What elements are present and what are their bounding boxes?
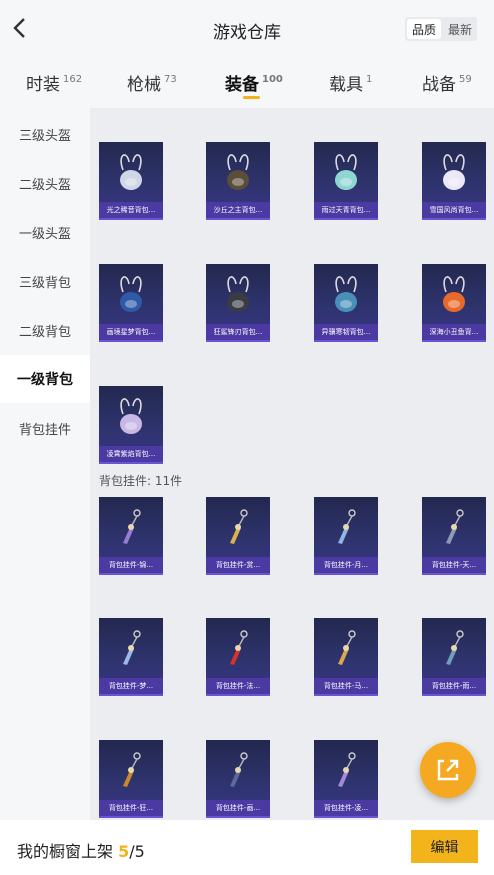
item-label: 凌霄紫焰背包... — [99, 446, 163, 462]
tab-label: 载具 — [329, 75, 363, 95]
item-label: 背包挂件-雨... — [422, 678, 486, 694]
backpack-card[interactable]: 雨过天青背包... — [314, 142, 378, 220]
backpack-image — [120, 276, 142, 312]
pendant-card[interactable]: 背包挂件-雨... — [422, 618, 486, 696]
pendant-image — [338, 509, 356, 544]
pendant-card[interactable]: 背包挂件-画... — [206, 740, 270, 818]
showcase-total: /5 — [129, 842, 145, 861]
sidebar-item-helmet-lv1[interactable]: 一级头盔 — [0, 208, 90, 256]
sidebar-item-backpack-lv1[interactable]: 一级背包 — [0, 355, 90, 403]
tab-count: 100 — [262, 74, 283, 85]
item-label: 背包挂件-天... — [422, 557, 486, 573]
item-label: 沙丘之主背包... — [206, 202, 270, 218]
pendant-image — [338, 752, 356, 787]
pendant-card[interactable]: 背包挂件-凌... — [314, 740, 378, 818]
share-button[interactable] — [420, 742, 476, 798]
item-label: 背包挂件-画... — [206, 800, 270, 816]
item-grid: 背包挂件: 11件 光之稀音背包... 沙丘之主背包... 雨过天青背包... 雪国风… — [90, 108, 494, 820]
tab-count: 1 — [366, 74, 373, 85]
pendant-card[interactable]: 背包挂件-马... — [314, 618, 378, 696]
tab-label: 装备 — [225, 75, 259, 95]
edit-button[interactable]: 编辑 — [411, 830, 478, 863]
pendant-section-heading: 背包挂件: 11件 — [99, 474, 183, 488]
tab-equipment[interactable]: 装备 100 — [225, 70, 283, 95]
sidebar-item-backpack-lv2[interactable]: 二级背包 — [0, 306, 90, 354]
item-label: 异骥寒韧背包... — [314, 324, 378, 340]
tab-supplies[interactable]: 战备 59 — [422, 70, 472, 95]
backpack-image — [335, 276, 357, 312]
tab-count: 162 — [63, 74, 83, 85]
pendant-card[interactable]: 背包挂件-梦... — [99, 618, 163, 696]
bottom-bar: 我的橱窗上架 5/5 编辑 — [0, 820, 494, 875]
item-label: 背包挂件-锦... — [99, 557, 163, 573]
sidebar-item-backpack-lv3[interactable]: 三级背包 — [0, 257, 90, 305]
item-label: 深海小丑鱼背... — [422, 324, 486, 340]
showcase-label: 我的橱窗上架 — [17, 842, 114, 861]
item-label: 背包挂件-狂... — [99, 800, 163, 816]
tab-count: 73 — [164, 74, 177, 85]
item-label: 雨过天青背包... — [314, 202, 378, 218]
sidebar-item-helmet-lv3[interactable]: 三级头盔 — [0, 110, 90, 158]
pendant-image — [123, 752, 141, 787]
backpack-image — [227, 154, 249, 190]
pendant-card[interactable]: 背包挂件-天... — [422, 497, 486, 575]
tab-count: 59 — [459, 74, 472, 85]
pendant-image — [123, 630, 141, 665]
backpack-card[interactable]: 沙丘之主背包... — [206, 142, 270, 220]
backpack-card[interactable]: 深海小丑鱼背... — [422, 264, 486, 342]
item-label: 背包挂件-梦... — [99, 678, 163, 694]
item-label: 画境星梦背包... — [99, 324, 163, 340]
share-icon — [437, 759, 459, 781]
backpack-card[interactable]: 凌霄紫焰背包... — [99, 386, 163, 464]
item-label: 背包挂件-月... — [314, 557, 378, 573]
pendant-card[interactable]: 背包挂件-锦... — [99, 497, 163, 575]
showcase-current: 5 — [118, 842, 130, 861]
pendant-image — [338, 630, 356, 665]
tab-fashion[interactable]: 时装 162 — [26, 70, 82, 95]
tab-vehicles[interactable]: 载具 1 — [329, 70, 372, 95]
sidebar-item-helmet-lv2[interactable]: 二级头盔 — [0, 159, 90, 207]
pendant-image — [230, 752, 248, 787]
pendant-card[interactable]: 背包挂件-狂... — [99, 740, 163, 818]
backpack-image — [335, 154, 357, 190]
backpack-image — [120, 398, 142, 434]
sidebar: 三级头盔 二级头盔 一级头盔 三级背包 二级背包 一级背包 背包挂件 — [0, 108, 90, 820]
item-label: 背包挂件-法... — [206, 678, 270, 694]
tab-label: 时装 — [26, 75, 60, 95]
backpack-image — [443, 276, 465, 312]
sort-toggle: 品质 最新 — [405, 17, 477, 41]
pendant-card[interactable]: 背包挂件-月... — [314, 497, 378, 575]
sort-latest[interactable]: 最新 — [443, 17, 477, 41]
backpack-image — [227, 276, 249, 312]
backpack-card[interactable]: 雪国风尚背包... — [422, 142, 486, 220]
pendant-image — [446, 509, 464, 544]
category-tabs: 时装 162 枪械 73 装备 100 载具 1 战备 59 — [0, 64, 494, 104]
sort-quality[interactable]: 品质 — [407, 19, 441, 39]
backpack-image — [120, 154, 142, 190]
backpack-card[interactable]: 狂鲨锋刃背包... — [206, 264, 270, 342]
pendant-card[interactable]: 背包挂件-法... — [206, 618, 270, 696]
tab-firearms[interactable]: 枪械 73 — [127, 70, 177, 95]
pendant-image — [446, 630, 464, 665]
item-label: 光之稀音背包... — [99, 202, 163, 218]
item-label: 狂鲨锋刃背包... — [206, 324, 270, 340]
tab-label: 战备 — [422, 75, 456, 95]
showcase-count: 我的橱窗上架 5/5 — [17, 838, 145, 862]
pendant-image — [230, 630, 248, 665]
tab-label: 枪械 — [127, 75, 161, 95]
pendant-card[interactable]: 背包挂件-赏... — [206, 497, 270, 575]
backpack-card[interactable]: 画境星梦背包... — [99, 264, 163, 342]
item-label: 背包挂件-马... — [314, 678, 378, 694]
item-label: 雪国风尚背包... — [422, 202, 486, 218]
item-label: 背包挂件-赏... — [206, 557, 270, 573]
sidebar-item-backpack-pendant[interactable]: 背包挂件 — [0, 404, 90, 452]
pendant-image — [230, 509, 248, 544]
pendant-image — [123, 509, 141, 544]
active-tab-indicator — [243, 96, 260, 99]
header: 游戏仓库 品质 最新 — [0, 0, 494, 56]
backpack-card[interactable]: 光之稀音背包... — [99, 142, 163, 220]
item-label: 背包挂件-凌... — [314, 800, 378, 816]
backpack-image — [443, 154, 465, 190]
backpack-card[interactable]: 异骥寒韧背包... — [314, 264, 378, 342]
